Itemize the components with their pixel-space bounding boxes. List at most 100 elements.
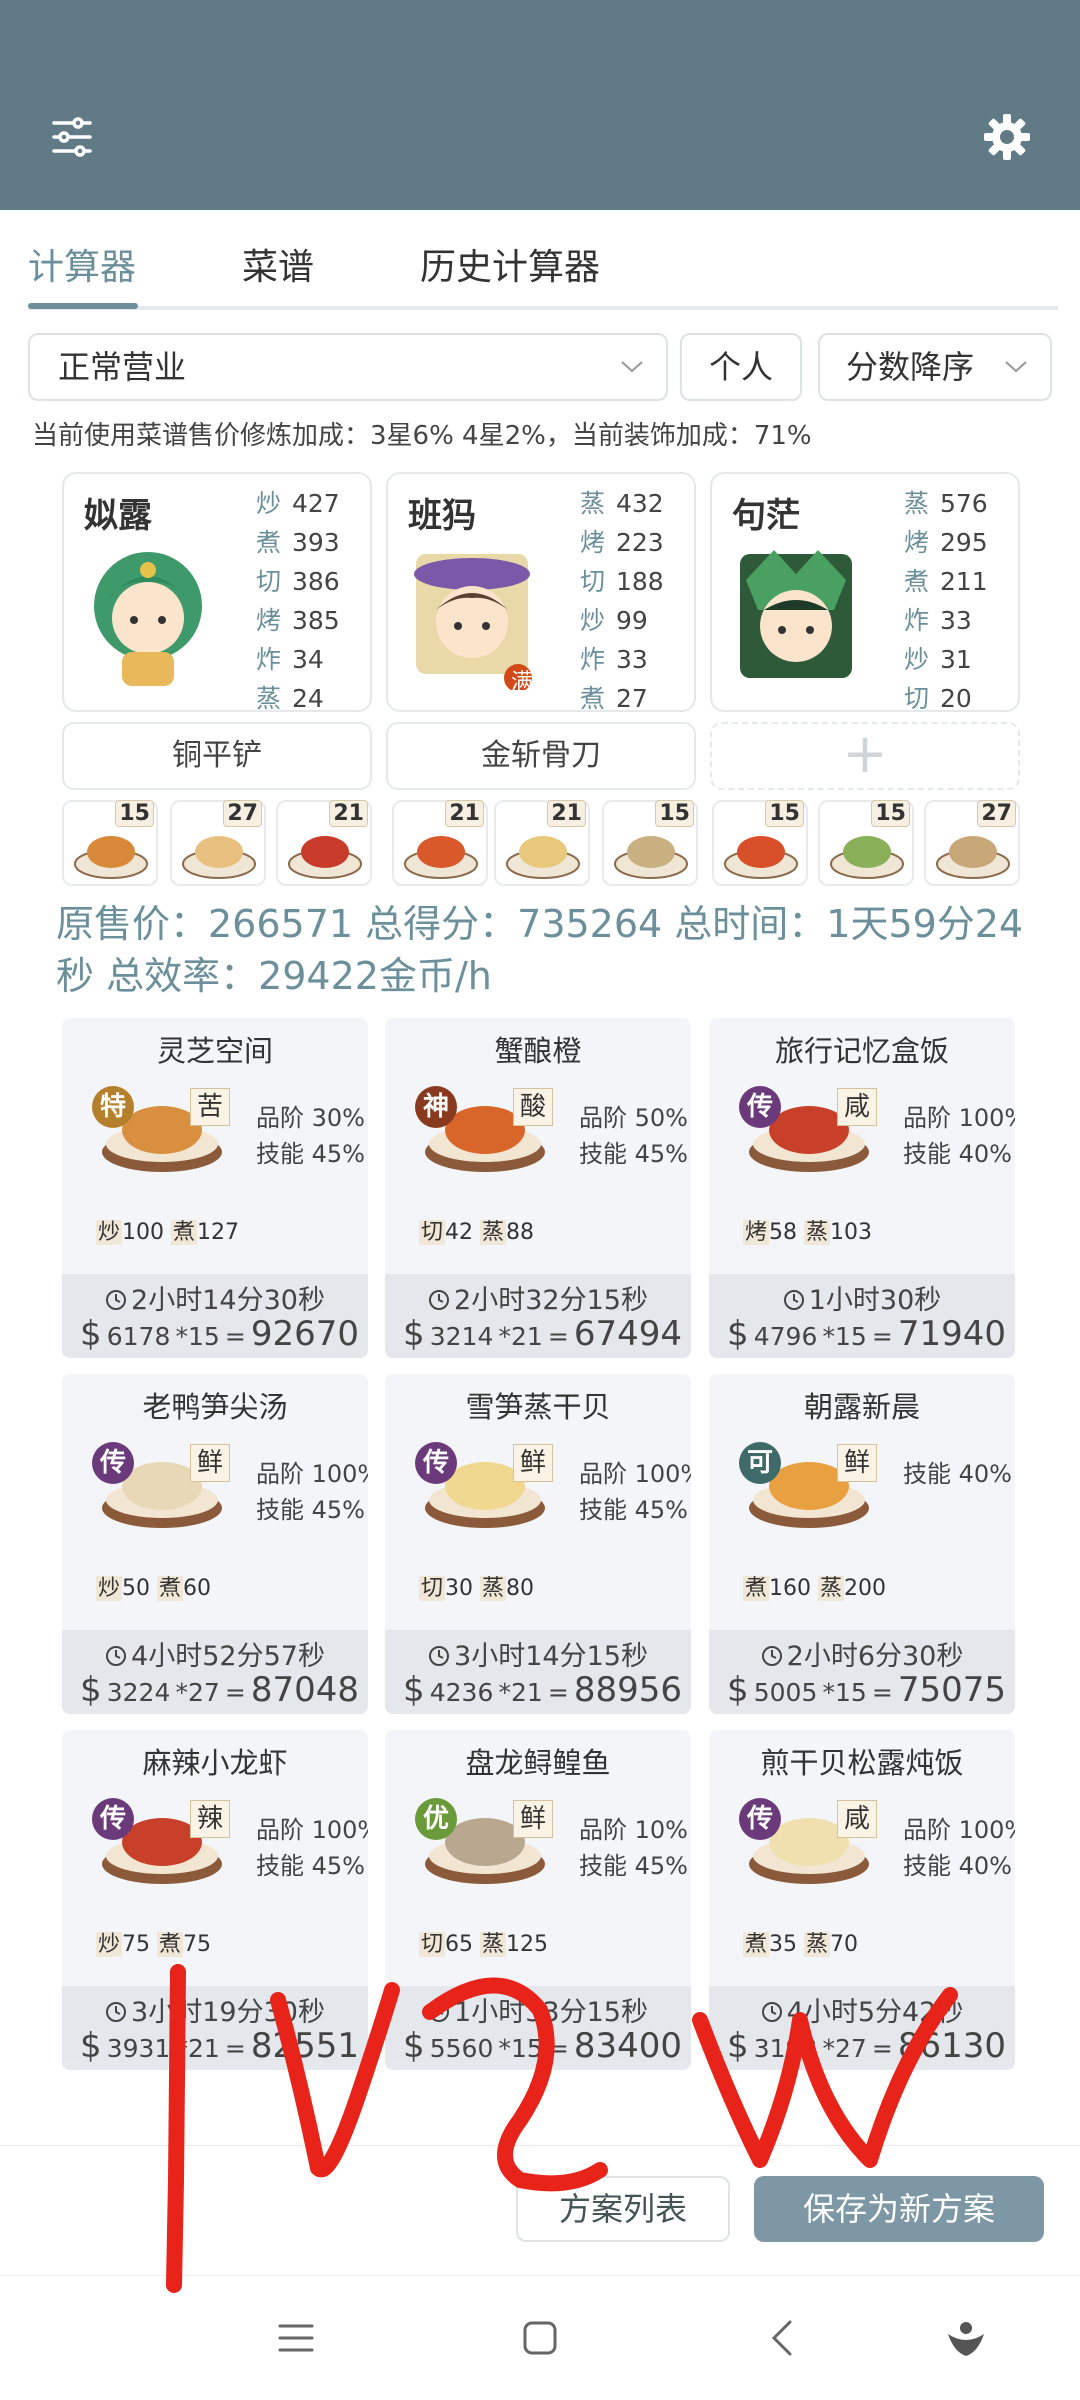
quality-bonus: 品阶 100%: [579, 1460, 691, 1488]
rarity-badge: 优: [415, 1798, 457, 1840]
recipe-bonus: 品阶 100% 技能 40%: [903, 1100, 1015, 1172]
plan-list-button[interactable]: 方案列表: [516, 2176, 730, 2242]
quality-bonus: 品阶 100%: [903, 1816, 1015, 1844]
recipe-footer: 2小时6分30秒 $ 5005 *15 = 75075: [709, 1630, 1015, 1714]
recipe-time: 4小时52分57秒: [62, 1634, 368, 1673]
chef-avatar: [740, 550, 852, 678]
dish-thumbnail[interactable]: 21: [276, 800, 372, 886]
tool-slot[interactable]: 金斩骨刀: [386, 722, 696, 790]
sort-select[interactable]: 分数降序: [818, 333, 1052, 401]
recipe-card[interactable]: 旅行记忆盒饭传 咸品阶 100% 技能 40% 烤58 蒸103 1小时30秒 $ 479…: [709, 1018, 1015, 1358]
dish-thumbnail[interactable]: 15: [62, 800, 158, 886]
tab-history-calculator[interactable]: 历史计算器: [420, 238, 600, 298]
recipe-footer: 4小时52分57秒 $ 3224 *27 = 87048: [62, 1630, 368, 1714]
dish-quantity: 21: [329, 800, 368, 827]
skill-bonus: 技能 45%: [579, 1852, 688, 1880]
chef-name: 班犸: [408, 496, 476, 536]
dish-thumbnail[interactable]: 27: [170, 800, 266, 886]
dish-thumbnail[interactable]: 15: [602, 800, 698, 886]
recipe-name: 煎干贝松露炖饭: [760, 1746, 964, 1780]
recipe-card[interactable]: 老鸭笋尖汤传 鲜品阶 100% 技能 45% 炒50 煮60 4小时52分57秒 $ 32…: [62, 1374, 368, 1714]
recipe-card[interactable]: 盘龙鲟鳇鱼优 鲜品阶 10% 技能 45% 切65 蒸125 1小时33分15秒 $ 55…: [385, 1730, 691, 2070]
recipe-name: 盘龙鲟鳇鱼: [465, 1746, 611, 1780]
rarity-badge: 可: [739, 1442, 781, 1484]
clock-icon: [106, 2002, 127, 2022]
dish-icon: [614, 836, 688, 879]
sliders-icon[interactable]: [50, 115, 94, 159]
dish-quantity: 21: [445, 800, 484, 827]
chef-card[interactable]: 姒露 炒 427 煮 393 切 386 烤 385 炸 34 蒸 24: [62, 472, 372, 713]
dish-quantity: 27: [223, 800, 262, 827]
chef-stats: 炒 427 煮 393 切 386 烤 385 炸 34 蒸 24: [256, 489, 340, 713]
recipe-card[interactable]: 煎干贝松露炖饭传 咸品阶 100% 技能 40% 煮35 蒸70 4小时5分42秒 $ 3…: [709, 1730, 1015, 2070]
recipe-bonus: 品阶 100% 技能 45%: [579, 1456, 691, 1528]
recipe-footer: 2小时14分30秒 $ 6178 *15 = 92670: [62, 1274, 368, 1358]
dish-quantity: 15: [115, 800, 154, 827]
dish-icon: [74, 836, 148, 879]
recipe-price: $ 3214 *21 = 67494: [403, 1314, 683, 1354]
recipe-price: $ 6178 *15 = 92670: [80, 1314, 360, 1354]
tool-slot[interactable]: 铜平铲: [62, 722, 372, 790]
chevron-down-icon: [621, 361, 643, 373]
chef-card[interactable]: 句茫 蒸 576 烤 295 煮 211 炸 33 炒 31 切 20: [710, 472, 1020, 713]
recipe-footer: 1小时30秒 $ 4796 *15 = 71940: [709, 1274, 1015, 1358]
dish-thumbnail[interactable]: 21: [494, 800, 590, 886]
chef-card[interactable]: 班犸 满 蒸 432 烤 223 切 188 炒 99 炸 33 煮 27: [386, 472, 696, 713]
clock-icon: [761, 2002, 782, 2022]
recipe-name: 朝露新晨: [803, 1390, 920, 1424]
chef-stats: 蒸 432 烤 223 切 188 炒 99 炸 33 煮 27: [580, 489, 664, 713]
assistant-nav-icon[interactable]: [944, 2316, 988, 2360]
clock-icon: [429, 2002, 450, 2022]
recipe-card[interactable]: 朝露新晨可 鲜技能 40% 煮160 蒸200 2小时6分30秒 $ 5005 *15 …: [709, 1374, 1015, 1714]
clock-icon: [106, 1646, 127, 1666]
taste-badge: 鲜: [513, 1444, 553, 1482]
dish-thumbnail[interactable]: 27: [924, 800, 1020, 886]
recipe-skill-requirements: 炒75 煮75: [96, 1932, 212, 1957]
chef-stats: 蒸 576 烤 295 煮 211 炸 33 炒 31 切 20: [904, 489, 988, 713]
home-nav-icon[interactable]: [518, 2316, 562, 2360]
dish-thumbnail[interactable]: 15: [818, 800, 914, 886]
chevron-down-icon: [1005, 361, 1027, 373]
dish-icon: [404, 836, 478, 879]
tab-active-indicator: [28, 303, 138, 309]
back-nav-icon[interactable]: [762, 2316, 806, 2360]
rarity-badge: 神: [415, 1086, 457, 1128]
rarity-badge: 传: [739, 1086, 781, 1128]
scope-button[interactable]: 个人: [680, 333, 802, 401]
recipe-card[interactable]: 灵芝空间特 苦品阶 30% 技能 45% 炒100 煮127 2小时14分30秒 $ 61…: [62, 1018, 368, 1358]
recipe-name: 麻辣小龙虾: [142, 1746, 288, 1780]
save-plan-button[interactable]: 保存为新方案: [754, 2176, 1044, 2242]
full-badge: 满: [510, 670, 533, 695]
recipe-name: 雪笋蒸干贝: [465, 1390, 611, 1424]
recipe-bonus: 技能 40%: [903, 1456, 1012, 1492]
recipe-bonus: 品阶 100% 技能 40%: [903, 1812, 1015, 1884]
mode-select[interactable]: 正常营业: [28, 333, 668, 401]
dish-icon: [830, 836, 904, 879]
gear-icon[interactable]: [982, 112, 1032, 162]
tab-recipes[interactable]: 菜谱: [242, 238, 314, 298]
clock-icon: [783, 1290, 804, 1310]
dish-icon: [506, 836, 580, 879]
recipe-bonus: 品阶 30% 技能 45%: [256, 1100, 365, 1172]
tab-calculator[interactable]: 计算器: [28, 238, 136, 298]
recipe-card[interactable]: 雪笋蒸干贝传 鲜品阶 100% 技能 45% 切30 蒸80 3小时14分15秒 $ 42…: [385, 1374, 691, 1714]
skill-bonus: 技能 40%: [903, 1460, 1012, 1488]
dish-icon: [288, 836, 362, 879]
taste-badge: 鲜: [190, 1444, 230, 1482]
add-tool-button[interactable]: +: [710, 722, 1020, 790]
quality-bonus: 品阶 100%: [256, 1460, 368, 1488]
taste-badge: 辣: [190, 1800, 230, 1838]
recipe-time: 2小时14分30秒: [62, 1278, 368, 1317]
recipe-card[interactable]: 蟹酿橙神 酸品阶 50% 技能 45% 切42 蒸88 2小时32分15秒 $ 3214 …: [385, 1018, 691, 1358]
clock-icon: [106, 1290, 127, 1310]
dish-thumbnail[interactable]: 15: [712, 800, 808, 886]
recipe-skill-requirements: 切30 蒸80: [419, 1576, 535, 1601]
menu-nav-icon[interactable]: [274, 2316, 318, 2360]
recipe-skill-requirements: 炒100 煮127: [96, 1220, 240, 1245]
skill-bonus: 技能 45%: [579, 1496, 688, 1524]
recipe-skill-requirements: 切65 蒸125: [419, 1932, 549, 1957]
chef-avatar: [94, 552, 202, 686]
rarity-badge: 传: [92, 1442, 134, 1484]
recipe-card[interactable]: 麻辣小龙虾传 辣品阶 100% 技能 45% 炒75 煮75 3小时19分30秒 $ 39…: [62, 1730, 368, 2070]
dish-thumbnail[interactable]: 21: [392, 800, 488, 886]
